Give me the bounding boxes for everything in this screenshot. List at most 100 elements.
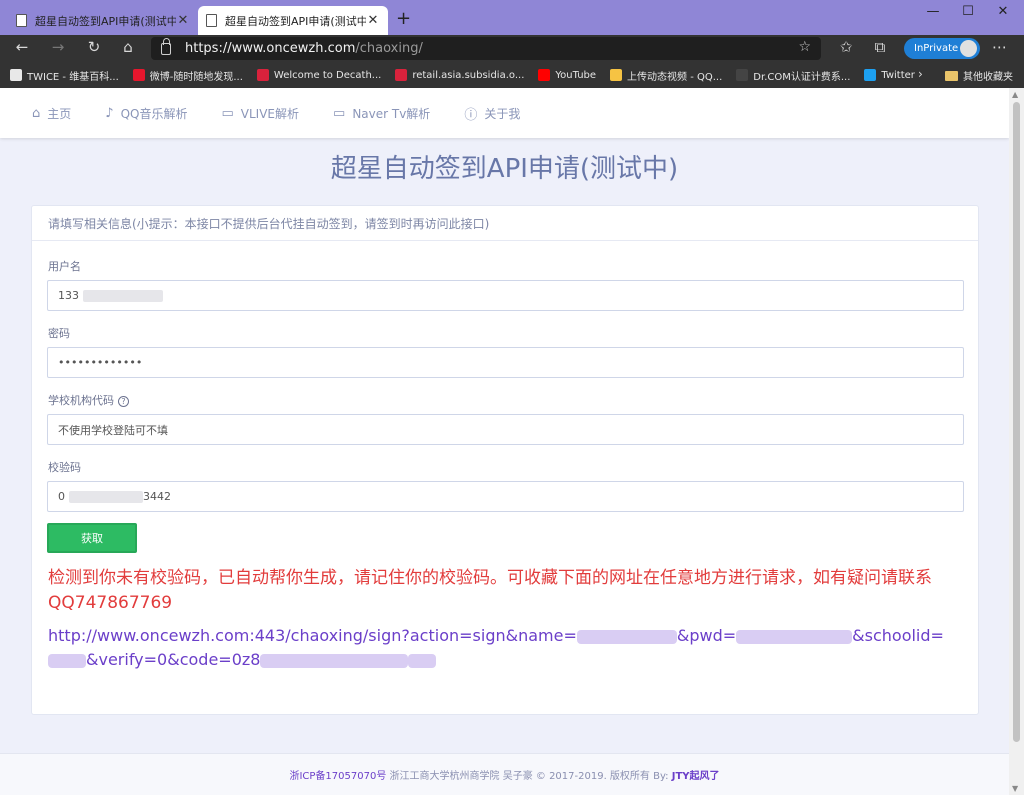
site-navigation: ⌂ 主页 ♪ QQ音乐解析 ▭ VLIVE解析 ▭ Naver Tv解析 ⓘ 关于我 bbox=[0, 88, 1009, 138]
favorite-site-icon bbox=[10, 69, 22, 81]
folder-icon bbox=[945, 70, 958, 81]
collections-icon[interactable]: ⧉ bbox=[868, 38, 892, 56]
favorite-label: 上传动态视频 - QQ... bbox=[627, 71, 723, 83]
api-url-part: http://www.oncewzh.com:443/chaoxing/sign… bbox=[48, 626, 577, 645]
favorite-label: Twitter bbox=[881, 69, 915, 81]
home-button[interactable]: ⌂ bbox=[116, 38, 140, 56]
tab-title: 超星自动签到API申请(测试中) bbox=[35, 14, 176, 28]
username-field[interactable]: 133 bbox=[47, 280, 964, 311]
verify-code-value-end: 3442 bbox=[143, 490, 171, 503]
url-path: /chaoxing/ bbox=[355, 41, 423, 56]
window-close-button[interactable]: ✕ bbox=[988, 4, 1018, 19]
favorite-star-icon[interactable]: ☆ bbox=[798, 39, 811, 55]
video-camera-icon: ▭ bbox=[221, 105, 234, 121]
nav-item[interactable]: ▭ Naver Tv解析 bbox=[333, 105, 430, 122]
scrollbar-thumb[interactable] bbox=[1013, 102, 1020, 742]
favorite-item[interactable]: TWICE - 维基百科... bbox=[10, 68, 119, 83]
favorite-label: Welcome to Decath... bbox=[273, 69, 382, 81]
favorites-icon[interactable]: ✩ bbox=[834, 38, 858, 56]
favorite-site-icon bbox=[395, 69, 408, 81]
favorite-item[interactable]: Dr.COM认证计费系... bbox=[736, 68, 850, 83]
favorite-item[interactable]: Welcome to Decath... bbox=[256, 69, 382, 81]
favorite-site-icon bbox=[538, 69, 551, 81]
inprivate-badge[interactable]: InPrivate bbox=[904, 38, 980, 59]
nav-item-label: QQ音乐解析 bbox=[120, 106, 188, 121]
nav-item-label: VLIVE解析 bbox=[240, 106, 300, 121]
favorite-label: Dr.COM认证计费系... bbox=[753, 71, 851, 83]
redacted-mask bbox=[69, 490, 143, 503]
help-icon[interactable]: ? bbox=[118, 396, 129, 407]
refresh-button[interactable]: ↻ bbox=[82, 38, 106, 56]
favorites-bar: TWICE - 维基百科... 微博-随时随地发现... Welcome to De… bbox=[0, 62, 1024, 88]
school-code-placeholder: 不使用学校登陆可不填 bbox=[58, 423, 168, 437]
scroll-down-icon[interactable]: ▼ bbox=[1012, 784, 1018, 793]
favorite-label: retail.asia.subsidia.o... bbox=[412, 69, 525, 81]
favorite-label: YouTube bbox=[555, 69, 597, 81]
nav-item[interactable]: ▭ VLIVE解析 bbox=[221, 105, 299, 122]
api-url-part: &verify=0&code=0z8 bbox=[86, 650, 261, 669]
back-button[interactable]: ← bbox=[10, 38, 34, 56]
nav-item[interactable]: ♪ QQ音乐解析 bbox=[105, 105, 187, 122]
school-code-label-text: 学校机构代码 bbox=[48, 394, 114, 407]
favorite-site-icon bbox=[256, 69, 269, 81]
url-host: https://www.oncewzh.com bbox=[185, 41, 356, 56]
home-icon: ⌂ bbox=[32, 105, 41, 121]
password-field[interactable]: ••••••••••••• bbox=[47, 347, 964, 378]
school-code-field[interactable]: 不使用学校登陆可不填 bbox=[47, 414, 964, 445]
icp-link[interactable]: 浙ICP备17057070号 bbox=[289, 771, 386, 782]
nav-item-label: 主页 bbox=[47, 106, 72, 121]
forward-button[interactable]: → bbox=[46, 38, 70, 56]
favorite-site-icon bbox=[610, 69, 623, 81]
card-header: 请填写相关信息(小提示：本接口不提供后台代挂自动签到，请签到时再访问此接口) bbox=[32, 206, 978, 241]
verify-code-field[interactable]: 0 3442 bbox=[47, 481, 964, 512]
redacted-mask bbox=[408, 653, 437, 668]
page-icon bbox=[16, 14, 27, 27]
page-title: 超星自动签到API申请(测试中) bbox=[330, 154, 679, 184]
scrollbar[interactable]: ▲ ▼ bbox=[1009, 88, 1024, 795]
other-favorites[interactable]: 其他收藏夹 bbox=[945, 68, 1013, 83]
favorite-label: TWICE - 维基百科... bbox=[27, 71, 119, 83]
api-url-part: &pwd= bbox=[676, 626, 737, 645]
submit-button[interactable]: 获取 bbox=[47, 523, 137, 553]
footer-copyright: © 2017-2019. 版权所有 By: bbox=[535, 771, 669, 782]
avatar bbox=[960, 40, 977, 57]
api-url[interactable]: http://www.oncewzh.com:443/chaoxing/sign… bbox=[48, 624, 968, 672]
page: ⌂ 主页 ♪ QQ音乐解析 ▭ VLIVE解析 ▭ Naver Tv解析 ⓘ 关于我 超星自动签到… bbox=[0, 88, 1024, 795]
close-icon[interactable]: ✕ bbox=[176, 13, 190, 28]
author-link[interactable]: JTY起风了 bbox=[672, 771, 720, 782]
password-value: ••••••••••••• bbox=[58, 356, 143, 369]
new-tab-button[interactable]: + bbox=[396, 8, 411, 29]
footer: 浙ICP备17057070号 浙江工商大学杭州商学院 吴子豪 © 2017-20… bbox=[0, 753, 1009, 795]
browser-toolbar: ← → ↻ ⌂ https://www.oncewzh.com/chaoxing… bbox=[0, 35, 1024, 62]
favorite-item[interactable]: Twitter bbox=[864, 69, 915, 81]
favorite-label: 微博-随时随地发现... bbox=[149, 71, 243, 83]
redacted-mask bbox=[260, 653, 409, 668]
password-label: 密码 bbox=[48, 327, 70, 340]
username-value: 133 bbox=[58, 289, 79, 302]
browser-tab-active[interactable]: 超星自动签到API申请(测试中) ✕ bbox=[198, 6, 388, 35]
chevron-right-icon[interactable]: › bbox=[918, 67, 923, 81]
info-icon: ⓘ bbox=[464, 107, 478, 123]
lock-icon[interactable] bbox=[161, 37, 171, 55]
favorite-item[interactable]: 微博-随时随地发现... bbox=[132, 68, 243, 83]
close-icon[interactable]: ✕ bbox=[366, 13, 380, 28]
redacted-mask bbox=[83, 289, 163, 302]
favorite-site-icon bbox=[864, 69, 877, 81]
favorite-item[interactable]: retail.asia.subsidia.o... bbox=[395, 69, 524, 81]
scroll-up-icon[interactable]: ▲ bbox=[1012, 90, 1018, 99]
nav-item[interactable]: ⓘ 关于我 bbox=[464, 104, 520, 123]
minimize-button[interactable]: — bbox=[918, 4, 948, 19]
more-menu-icon[interactable]: ⋯ bbox=[992, 38, 1007, 56]
address-bar[interactable]: https://www.oncewzh.com/chaoxing/ ☆ bbox=[151, 37, 821, 60]
video-camera-icon: ▭ bbox=[333, 105, 346, 121]
school-code-label: 学校机构代码? bbox=[48, 392, 129, 408]
favorite-site-icon bbox=[736, 69, 749, 81]
nav-item[interactable]: ⌂ 主页 bbox=[32, 105, 71, 122]
favorite-item[interactable]: 上传动态视频 - QQ... bbox=[610, 68, 722, 83]
nav-item-label: 关于我 bbox=[484, 106, 521, 121]
maximize-button[interactable]: ☐ bbox=[953, 4, 983, 19]
redacted-mask bbox=[736, 629, 853, 644]
browser-tab[interactable]: 超星自动签到API申请(测试中) ✕ bbox=[8, 6, 198, 35]
tab-title: 超星自动签到API申请(测试中) bbox=[225, 14, 366, 28]
favorite-item[interactable]: YouTube bbox=[538, 69, 596, 81]
